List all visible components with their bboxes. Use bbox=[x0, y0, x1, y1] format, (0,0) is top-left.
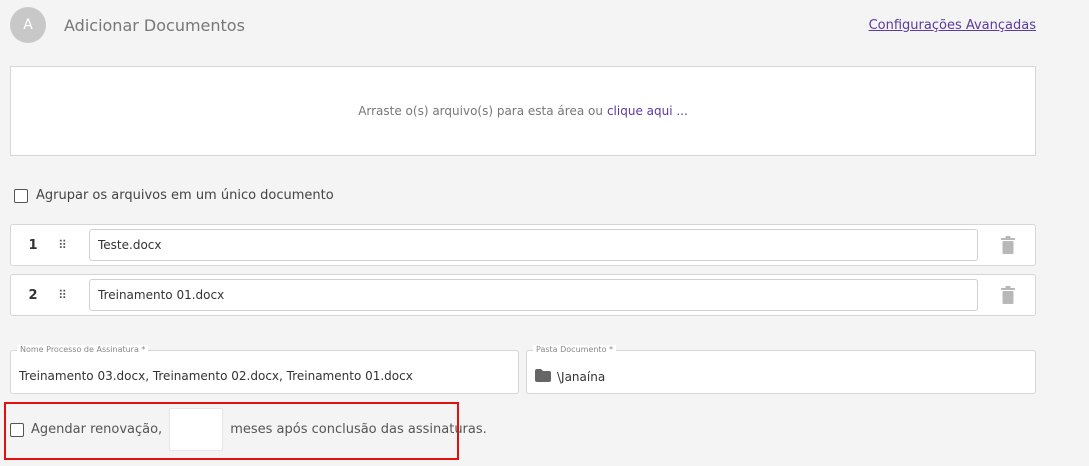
renewal-months-input[interactable] bbox=[169, 408, 224, 451]
file-row: 1 ⠿ bbox=[10, 224, 1036, 266]
file-dropzone[interactable]: Arraste o(s) arquivo(s) para esta área o… bbox=[10, 66, 1036, 156]
section-title: Adicionar Documentos bbox=[64, 16, 245, 35]
process-name-label: Nome Processo de Assinatura * bbox=[17, 345, 149, 354]
advanced-settings-link[interactable]: Configurações Avançadas bbox=[869, 18, 1036, 33]
group-files-option[interactable]: Agrupar os arquivos em um único document… bbox=[14, 188, 334, 203]
renewal-option: Agendar renovação, meses após conclusão … bbox=[10, 408, 487, 451]
renewal-label-before: Agendar renovação, bbox=[31, 422, 163, 437]
dropzone-text: Arraste o(s) arquivo(s) para esta área o… bbox=[358, 104, 603, 118]
folder-icon bbox=[535, 369, 551, 385]
renewal-checkbox[interactable] bbox=[10, 422, 24, 437]
file-row: 2 ⠿ bbox=[10, 274, 1036, 316]
drag-handle-icon[interactable]: ⠿ bbox=[55, 238, 69, 252]
file-index: 1 bbox=[28, 237, 38, 253]
folder-value-wrapper: \Janaína bbox=[535, 369, 605, 385]
trash-icon[interactable] bbox=[1001, 236, 1015, 258]
drag-handle-icon[interactable]: ⠿ bbox=[55, 288, 69, 302]
file-name-input[interactable] bbox=[89, 229, 978, 261]
group-files-checkbox[interactable] bbox=[14, 188, 28, 203]
folder-field[interactable]: Pasta Documento * \Janaína bbox=[526, 345, 1036, 394]
trash-icon[interactable] bbox=[1001, 286, 1015, 308]
folder-value: \Janaína bbox=[557, 370, 606, 384]
dropzone-click-link[interactable]: clique aqui ... bbox=[607, 104, 688, 118]
file-name-input[interactable] bbox=[89, 279, 978, 311]
file-index: 2 bbox=[28, 287, 38, 303]
process-name-value: Treinamento 03.docx, Treinamento 02.docx… bbox=[19, 369, 413, 383]
step-indicator: A bbox=[10, 7, 46, 43]
folder-label: Pasta Documento * bbox=[533, 345, 616, 354]
renewal-label-after: meses após conclusão das assinaturas. bbox=[230, 422, 487, 437]
process-name-field[interactable]: Nome Processo de Assinatura * Treinament… bbox=[10, 345, 519, 394]
group-files-label: Agrupar os arquivos em um único document… bbox=[36, 188, 334, 203]
